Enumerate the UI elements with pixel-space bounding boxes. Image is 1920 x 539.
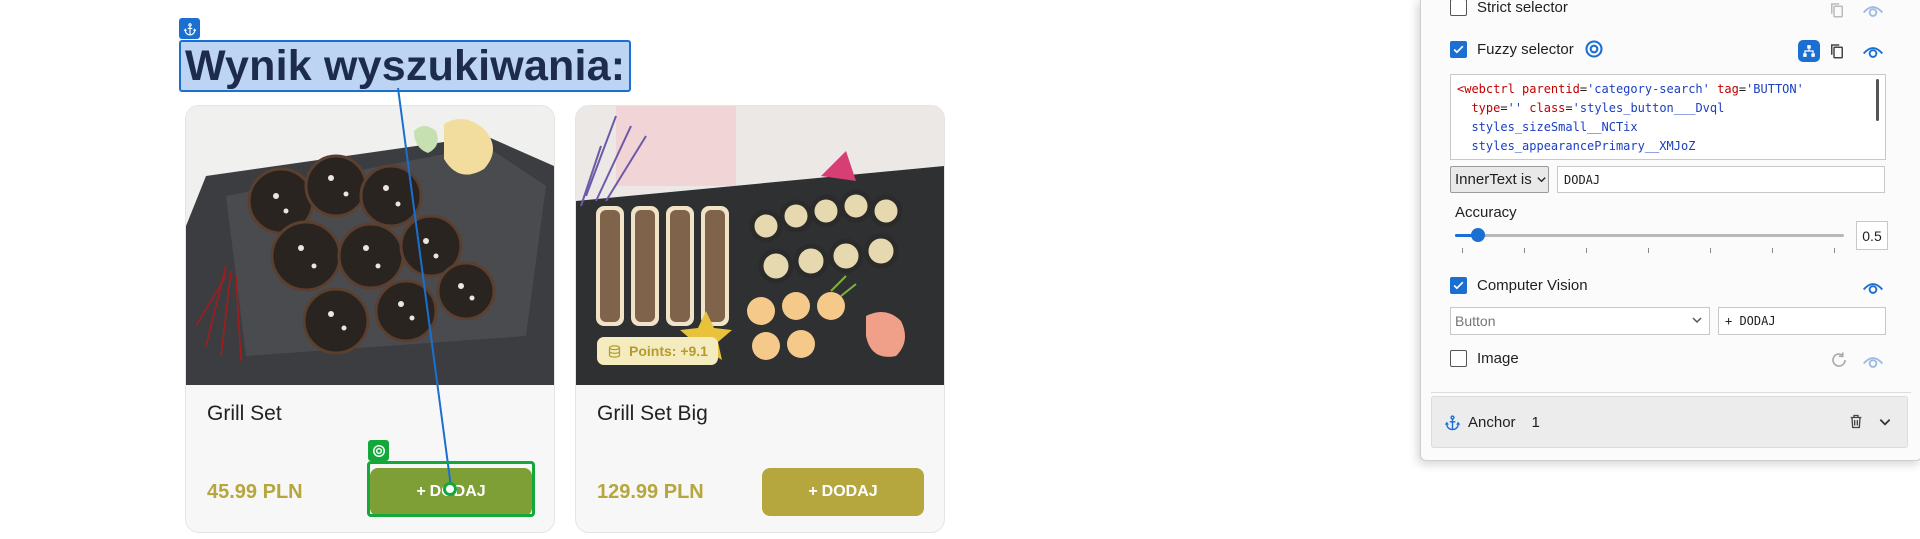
accuracy-slider-track[interactable] [1455, 234, 1844, 237]
image-row: Image [1450, 350, 1519, 367]
slider-tick [1772, 248, 1773, 253]
eye-icon[interactable] [1862, 1, 1884, 19]
eye-icon[interactable] [1862, 352, 1884, 370]
panel-divider [1431, 392, 1911, 393]
trash-icon[interactable] [1848, 413, 1864, 430]
target-icon [372, 444, 385, 457]
computer-vision-label: Computer Vision [1477, 277, 1588, 294]
checkmark-icon [1453, 281, 1464, 290]
target-center-marker [443, 482, 457, 496]
slider-tick [1462, 248, 1463, 253]
accuracy-label: Accuracy [1455, 204, 1517, 221]
anchor-label: Anchor [1468, 413, 1516, 431]
cv-type-select[interactable]: Button [1450, 307, 1710, 335]
add-button-label: DODAJ [821, 483, 878, 500]
anchor-section[interactable]: Anchor 1 [1431, 396, 1908, 448]
fuzzy-selector-row: Fuzzy selector [1450, 39, 1604, 59]
eye-icon[interactable] [1862, 42, 1884, 60]
computer-vision-checkbox[interactable] [1450, 277, 1467, 294]
accuracy-slider-thumb[interactable] [1470, 228, 1485, 242]
accuracy-value-text: 0.5 [1862, 227, 1882, 244]
fuzzy-selector-label: Fuzzy selector [1477, 40, 1574, 58]
fuzzy-selector-checkbox[interactable] [1450, 40, 1467, 58]
product-price: 129.99 PLN [597, 481, 704, 503]
computer-vision-row: Computer Vision [1450, 277, 1588, 294]
slider-tick [1710, 248, 1711, 253]
refresh-icon[interactable] [1830, 351, 1848, 369]
anchor-badge [179, 18, 200, 39]
image-checkbox[interactable] [1450, 350, 1467, 367]
coins-icon [608, 344, 621, 358]
plus-icon: + [808, 483, 818, 500]
chevron-down-icon [1537, 177, 1546, 183]
target-icon[interactable] [1584, 39, 1604, 59]
product-title: Grill Set Big [597, 402, 708, 425]
accuracy-value-input[interactable]: 0.5 [1856, 221, 1888, 250]
anchor-count: 1 [1531, 413, 1540, 431]
product-title: Grill Set [207, 402, 282, 425]
cv-text-value: + DODAJ [1725, 314, 1776, 328]
selector-code-editor[interactable]: <webctrl parentid='category-search' tag=… [1450, 74, 1886, 160]
anchor-icon [1444, 414, 1461, 430]
checkmark-icon [1453, 45, 1464, 53]
image-label: Image [1477, 350, 1519, 367]
target-badge [368, 440, 389, 461]
cv-type-value: Button [1455, 313, 1496, 329]
match-mode-select[interactable]: InnerText is [1450, 166, 1549, 193]
cv-text-input[interactable]: + DODAJ [1718, 307, 1886, 335]
slider-tick [1524, 248, 1525, 253]
product-image [186, 106, 554, 385]
slider-tick [1648, 248, 1649, 253]
product-price: 45.99 PLN [207, 481, 303, 503]
strict-selector-row: Strict selector [1450, 0, 1568, 16]
heading-highlight: Wynik wyszukiwania: [179, 40, 632, 92]
hierarchy-icon[interactable] [1798, 40, 1820, 62]
copy-icon[interactable] [1828, 1, 1846, 19]
chevron-down-icon[interactable] [1878, 415, 1892, 429]
copy-icon[interactable] [1828, 42, 1846, 60]
strict-selector-checkbox[interactable] [1450, 0, 1467, 16]
product-card: Points: +9.1 Grill Set Big 129.99 PLN + … [575, 105, 945, 533]
slider-tick [1586, 248, 1587, 253]
eye-icon[interactable] [1862, 278, 1884, 296]
points-text: Points: +9.1 [629, 343, 708, 359]
match-value-input[interactable]: DODAJ [1557, 166, 1885, 193]
add-to-cart-button[interactable]: + DODAJ [762, 468, 924, 516]
page-title: Wynik wyszukiwania: [185, 41, 626, 90]
selector-panel: Strict selector Fuzzy selector <webctrl … [1420, 0, 1920, 461]
points-badge: Points: +9.1 [597, 337, 718, 365]
match-value-text: DODAJ [1564, 172, 1601, 187]
chevron-down-icon [1692, 317, 1702, 324]
strict-selector-label: Strict selector [1477, 0, 1568, 16]
slider-tick [1834, 248, 1835, 253]
anchor-icon [183, 22, 196, 35]
match-mode-value: InnerText is [1455, 171, 1532, 188]
code-scrollbar[interactable] [1876, 79, 1879, 121]
